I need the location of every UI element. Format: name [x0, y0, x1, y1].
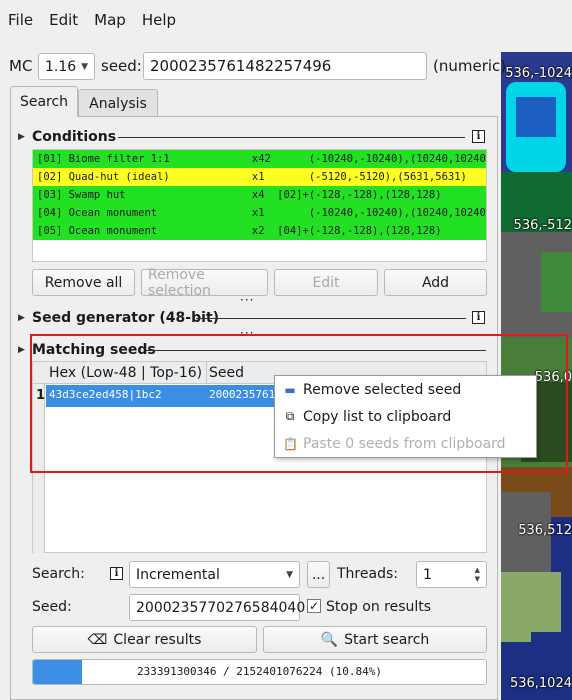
menu-file[interactable]: File [0, 11, 41, 29]
chevron-down-icon: ▼ [286, 569, 293, 580]
chevron-down-icon: ▼ [81, 61, 88, 72]
clear-results-button[interactable]: ⌫ Clear results [32, 626, 257, 653]
threads-spinbox[interactable]: 1 ▲ ▼ [416, 561, 487, 588]
search-icon: 🔍 [320, 631, 339, 648]
menu-item-copy-list[interactable]: ⧉ Copy list to clipboard [275, 403, 536, 430]
search-progress-bar: 233391300346 / 2152401076224 (10.84%) [32, 659, 487, 685]
add-button[interactable]: Add [384, 269, 487, 296]
menu-item-label: Remove selected seed [303, 381, 462, 398]
stop-on-results-checkbox[interactable]: ✓ [307, 599, 321, 613]
seed-label: seed: [101, 57, 142, 75]
menu-item-label: Paste 0 seeds from clipboard [303, 435, 506, 452]
info-icon[interactable]: i [472, 130, 485, 143]
start-seed-input[interactable]: 2000235770276584040 [129, 594, 305, 621]
menu-help[interactable]: Help [134, 11, 184, 29]
condition-row[interactable]: [03] Swamp hut x4 [02]+(-128,-128),(128,… [33, 186, 486, 204]
seed-generator-title: Seed generator (48-bit) [32, 310, 219, 326]
search-mode-combo[interactable]: Incremental ▼ [129, 561, 300, 588]
menubar: File Edit Map Help [0, 0, 500, 40]
expand-triangle-icon[interactable]: ▶ [18, 132, 25, 142]
copy-icon: ⧉ [285, 409, 295, 423]
tab-search[interactable]: Search [10, 86, 78, 117]
paste-icon: 📋 [283, 436, 298, 451]
spin-arrows-icon[interactable]: ▲ ▼ [475, 566, 480, 584]
tab-analysis[interactable]: Analysis [78, 89, 158, 117]
start-search-button[interactable]: 🔍 Start search [263, 626, 487, 653]
menu-item-paste-seeds[interactable]: 📋 Paste 0 seeds from clipboard [275, 430, 536, 457]
start-seed-label: Seed: [32, 599, 72, 615]
map-coord-label: 536,-512 [513, 218, 572, 233]
splitter-handle[interactable]: ··· [240, 293, 254, 307]
divider [196, 318, 466, 319]
condition-row[interactable]: [05] Ocean monument x2 [04]+(-128,-128),… [33, 222, 486, 240]
search-mode-value: Incremental [136, 566, 220, 583]
remove-selection-button[interactable]: Remove selection [141, 267, 268, 299]
threads-label: Threads: [337, 566, 398, 582]
condition-row[interactable]: [01] Biome filter 1:1 x42 (-10240,-10240… [33, 150, 486, 168]
threads-value: 1 [423, 566, 432, 583]
stop-on-results-label: Stop on results [326, 599, 432, 615]
info-icon[interactable]: i [110, 567, 123, 580]
menu-item-label: Copy list to clipboard [303, 408, 452, 425]
seed-input[interactable]: 2000235761482257496 [143, 52, 427, 80]
broom-icon: ⌫ [87, 631, 108, 648]
clear-results-label: Clear results [113, 631, 202, 648]
mc-version-combo[interactable]: 1.16 ▼ [38, 53, 95, 80]
map-coord-label: 536,1024 [509, 676, 572, 691]
minus-icon: ▬ [284, 382, 296, 397]
expand-triangle-icon[interactable]: ▶ [18, 345, 25, 355]
start-search-label: Start search [344, 631, 430, 648]
info-icon[interactable]: i [472, 311, 485, 324]
menu-map[interactable]: Map [86, 11, 134, 29]
progress-text: 233391300346 / 2152401076224 (10.84%) [136, 665, 383, 678]
seed-type-label: (numeric) [433, 57, 507, 75]
map-coord-label: 536,-1024 [505, 66, 572, 81]
edit-button[interactable]: Edit [274, 269, 378, 296]
condition-row[interactable]: [02] Quad-hut (ideal) x1 (-5120,-5120),(… [33, 168, 486, 186]
remove-all-button[interactable]: Remove all [32, 269, 135, 296]
map-coord-label: 536,512 [518, 523, 572, 538]
more-options-button[interactable]: ... [307, 561, 330, 588]
mc-label: MC [9, 57, 33, 75]
condition-row[interactable]: [04] Ocean monument x1 (-10240,-10240),(… [33, 204, 486, 222]
search-mode-label: Search: [32, 566, 85, 582]
conditions-list[interactable]: [01] Biome filter 1:1 x42 (-10240,-10240… [32, 149, 487, 262]
menu-item-remove-selected-seed[interactable]: ▬ Remove selected seed [275, 376, 536, 403]
mc-version-value: 1.16 [45, 58, 77, 75]
conditions-title: Conditions [32, 129, 117, 145]
context-menu: ▬ Remove selected seed ⧉ Copy list to cl… [274, 375, 537, 458]
divider [118, 137, 465, 138]
menu-edit[interactable]: Edit [41, 11, 86, 29]
window-edge [500, 0, 572, 14]
expand-triangle-icon[interactable]: ▶ [18, 313, 25, 323]
